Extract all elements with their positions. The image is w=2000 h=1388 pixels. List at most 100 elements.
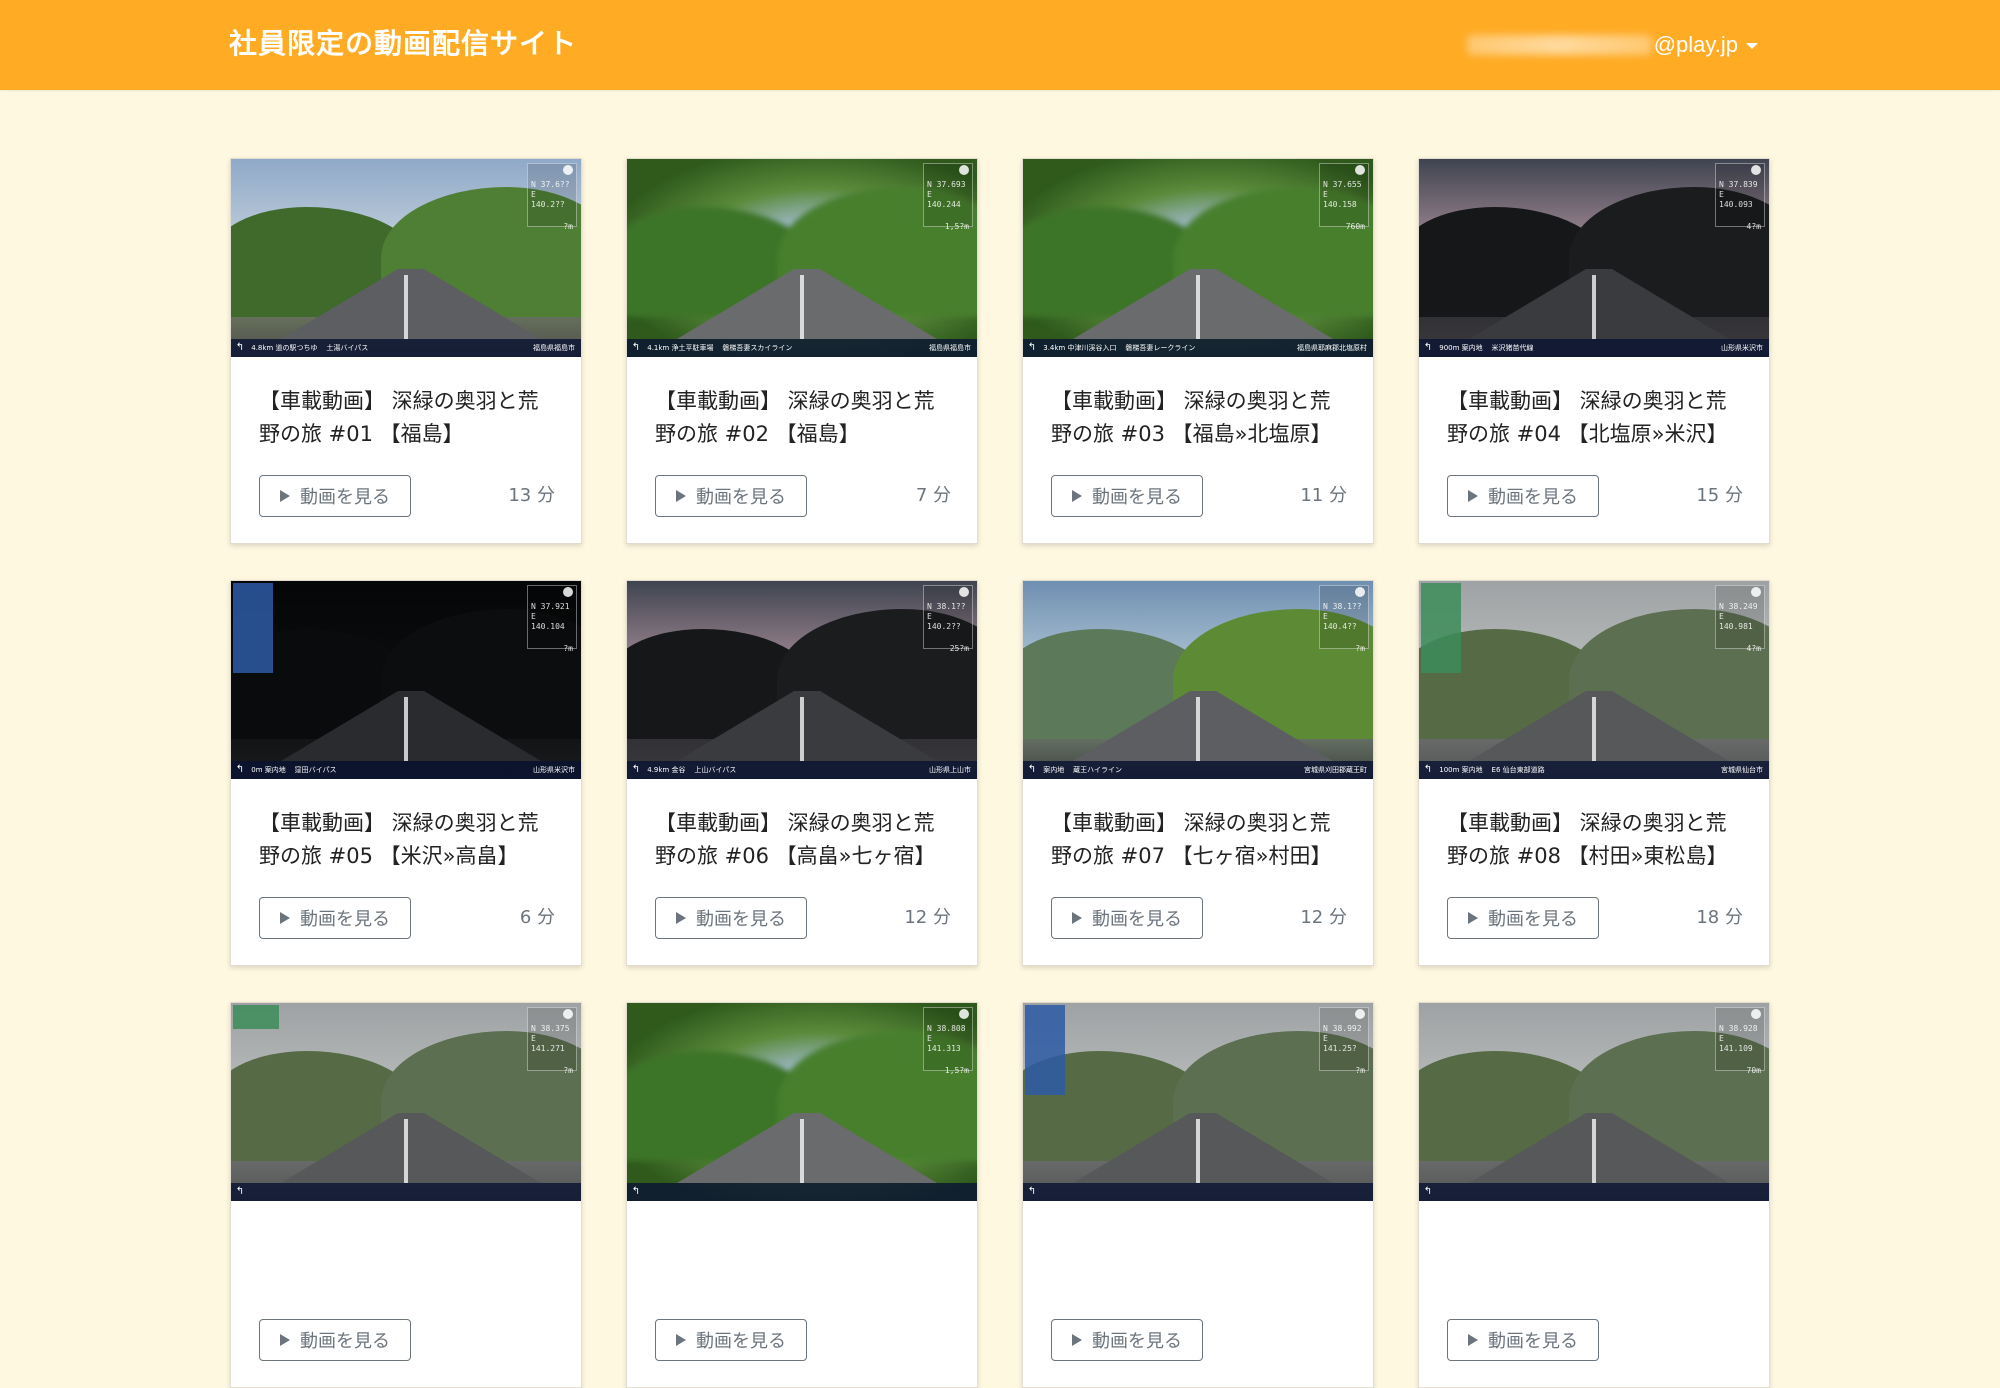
play-icon — [1468, 490, 1478, 502]
gps-altitude: 1,5?m — [944, 1066, 969, 1075]
card-footer: 動画を見る — [1447, 1319, 1743, 1361]
gps-altitude: ?m — [563, 222, 573, 231]
watch-button-label: 動画を見る — [1092, 1331, 1182, 1352]
card-footer: 動画を見る 11 分 — [1051, 475, 1347, 517]
gps-longitude: E 140.244 — [927, 190, 961, 209]
card-footer: 動画を見る 12 分 — [1051, 897, 1347, 939]
gps-altitude: ?m — [1355, 644, 1365, 653]
video-card: N 38.1?? E 140.2?? 25?m ↰ 4.9km 金谷 上山バイパ… — [626, 580, 978, 966]
nav-road-name: 磐梯吾妻レークライン — [1125, 344, 1196, 352]
card-body: 【車載動画】 深緑の奥羽と荒野の旅 #01 【福島】 — [259, 385, 559, 451]
video-thumbnail[interactable]: N 38.1?? E 140.2?? 25?m ↰ 4.9km 金谷 上山バイパ… — [627, 581, 977, 779]
thumbnail-road-line — [1196, 275, 1200, 339]
video-title — [259, 1229, 559, 1295]
video-card: N 38.928 E 141.109 70m ↰ 動画を見る — [1418, 1002, 1770, 1388]
turn-arrow-icon: ↰ — [235, 764, 245, 775]
compass-icon — [563, 1009, 573, 1019]
site-brand[interactable]: 社員限定の動画配信サイト — [229, 22, 577, 66]
gps-longitude: E 140.158 — [1323, 190, 1357, 209]
video-title: 【車載動画】 深緑の奥羽と荒野の旅 #01 【福島】 — [259, 389, 539, 446]
nav-overlay-bar: ↰ — [231, 1183, 581, 1201]
watch-video-button[interactable]: 動画を見る — [1051, 897, 1203, 939]
video-thumbnail[interactable]: N 37.839 E 140.093 4?m ↰ 900m 案内地 米沢猪苗代線… — [1419, 159, 1769, 357]
gps-altitude: ?m — [563, 644, 573, 653]
nav-overlay-bar: ↰ 100m 案内地 E6 仙台東部道路 宮城県仙台市 — [1419, 761, 1769, 779]
watch-button-label: 動画を見る — [1092, 909, 1182, 930]
card-footer: 動画を見る 12 分 — [655, 897, 951, 939]
compass-icon — [1355, 587, 1365, 597]
thumbnail-road-line — [800, 697, 804, 761]
card-body: 【車載動画】 深緑の奥羽と荒野の旅 #04 【北塩原»米沢】 — [1447, 385, 1747, 451]
compass-icon — [1751, 587, 1761, 597]
video-thumbnail[interactable]: N 37.655 E 140.158 760m ↰ 3.4km 中津川渓谷入口 … — [1023, 159, 1373, 357]
video-title — [655, 1229, 955, 1295]
watch-button-label: 動画を見る — [696, 1331, 786, 1352]
nav-location: 福島県耶麻郡北塩原村 — [1297, 344, 1367, 352]
card-body — [259, 1229, 559, 1295]
nav-next-point: 3.4km 中津川渓谷入口 — [1043, 344, 1117, 352]
nav-location: 宮城県刈田郡蔵王町 — [1304, 766, 1367, 774]
gps-latitude: N 38.1?? — [927, 602, 966, 611]
nav-overlay-bar: ↰ 3.4km 中津川渓谷入口 磐梯吾妻レークライン 福島県耶麻郡北塩原村 — [1023, 339, 1373, 357]
watch-video-button[interactable]: 動画を見る — [259, 475, 411, 517]
compass-icon — [1751, 165, 1761, 175]
gps-altitude: 1,5?m — [944, 222, 969, 231]
watch-video-button[interactable]: 動画を見る — [655, 1319, 807, 1361]
nav-next-point: 4.8km 道の駅つちゆ — [251, 344, 318, 352]
nav-road-name: E6 仙台東部道路 — [1491, 766, 1545, 774]
watch-video-button[interactable]: 動画を見る — [259, 1319, 411, 1361]
video-thumbnail[interactable]: N 38.808 E 141.313 1,5?m ↰ — [627, 1003, 977, 1201]
road-sign — [1421, 583, 1461, 673]
watch-video-button[interactable]: 動画を見る — [259, 897, 411, 939]
card-body: 【車載動画】 深緑の奥羽と荒野の旅 #06 【高畠»七ヶ宿】 — [655, 807, 955, 873]
video-duration: 7 分 — [915, 485, 951, 506]
gps-latitude: N 37.655 — [1323, 180, 1362, 189]
watch-video-button[interactable]: 動画を見る — [1051, 475, 1203, 517]
thumbnail-road-line — [1592, 275, 1596, 339]
thumbnail-road-line — [1196, 1119, 1200, 1183]
watch-video-button[interactable]: 動画を見る — [1051, 1319, 1203, 1361]
watch-video-button[interactable]: 動画を見る — [1447, 897, 1599, 939]
video-thumbnail[interactable]: N 38.249 E 140.981 4?m ↰ 100m 案内地 E6 仙台東… — [1419, 581, 1769, 779]
video-title: 【車載動画】 深緑の奥羽と荒野の旅 #06 【高畠»七ヶ宿】 — [655, 811, 936, 868]
video-thumbnail[interactable]: N 38.928 E 141.109 70m ↰ — [1419, 1003, 1769, 1201]
nav-next-point: 100m 案内地 — [1439, 766, 1483, 774]
video-thumbnail[interactable]: N 37.6?? E 140.2?? ?m ↰ 4.8km 道の駅つちゆ 土湯バ… — [231, 159, 581, 357]
user-menu-dropdown[interactable]: @play.jp — [1466, 28, 1758, 62]
nav-road-name: 窪田バイパス — [294, 766, 337, 774]
play-icon — [676, 1334, 686, 1346]
video-thumbnail[interactable]: N 38.1?? E 140.4?? ?m ↰ 案内地 蔵王ハイライン 宮城県刈… — [1023, 581, 1373, 779]
gps-altitude: 4?m — [1746, 644, 1761, 653]
video-thumbnail[interactable]: N 38.992 E 141.25? ?m ↰ — [1023, 1003, 1373, 1201]
nav-overlay-bar: ↰ 4.8km 道の駅つちゆ 土湯バイパス 福島県福島市 — [231, 339, 581, 357]
chevron-down-icon — [1746, 43, 1758, 49]
thumbnail-road-line — [404, 697, 408, 761]
watch-button-label: 動画を見る — [300, 1331, 390, 1352]
watch-video-button[interactable]: 動画を見る — [655, 475, 807, 517]
card-body: 【車載動画】 深緑の奥羽と荒野の旅 #02 【福島】 — [655, 385, 955, 451]
watch-video-button[interactable]: 動画を見る — [1447, 475, 1599, 517]
gps-latitude: N 38.375 — [531, 1024, 570, 1033]
card-footer: 動画を見る 15 分 — [1447, 475, 1743, 517]
nav-next-point: 4.9km 金谷 — [647, 766, 686, 774]
video-thumbnail[interactable]: N 37.693 E 140.244 1,5?m ↰ 4.1km 浄土平駐車場 … — [627, 159, 977, 357]
video-card: N 38.1?? E 140.4?? ?m ↰ 案内地 蔵王ハイライン 宮城県刈… — [1022, 580, 1374, 966]
card-body — [1051, 1229, 1351, 1295]
gps-longitude: E 140.981 — [1719, 612, 1753, 631]
video-card: N 37.655 E 140.158 760m ↰ 3.4km 中津川渓谷入口 … — [1022, 158, 1374, 544]
video-card: N 38.808 E 141.313 1,5?m ↰ 動画を見る — [626, 1002, 978, 1388]
nav-next-point: 4.1km 浄土平駐車場 — [647, 344, 714, 352]
thumbnail-road-line — [800, 1119, 804, 1183]
watch-video-button[interactable]: 動画を見る — [1447, 1319, 1599, 1361]
video-thumbnail[interactable]: N 38.375 E 141.271 ?m ↰ — [231, 1003, 581, 1201]
nav-location: 宮城県仙台市 — [1721, 766, 1763, 774]
nav-location: 福島県福島市 — [929, 344, 971, 352]
play-icon — [1468, 912, 1478, 924]
thumbnail-road-line — [404, 275, 408, 339]
video-duration: 12 分 — [904, 907, 951, 928]
play-icon — [676, 912, 686, 924]
card-footer: 動画を見る — [259, 1319, 555, 1361]
video-thumbnail[interactable]: N 37.921 E 140.104 ?m ↰ 0m 案内地 窪田バイパス 山形… — [231, 581, 581, 779]
watch-video-button[interactable]: 動画を見る — [655, 897, 807, 939]
top-navbar: 社員限定の動画配信サイト @play.jp — [0, 0, 2000, 90]
